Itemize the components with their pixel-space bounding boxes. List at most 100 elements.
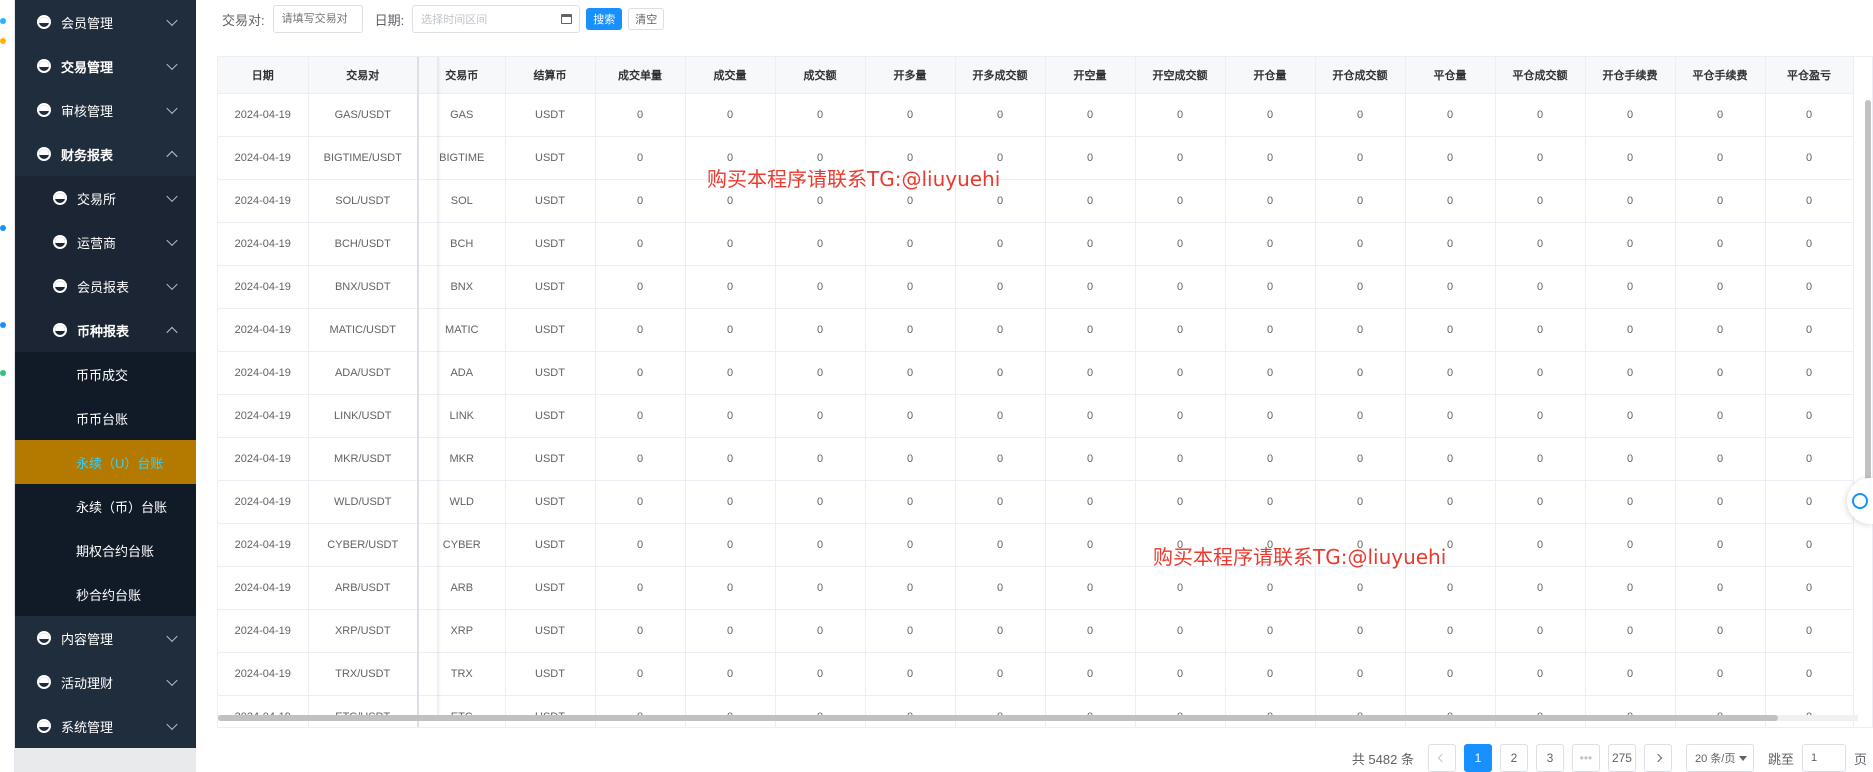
- page-ellipsis[interactable]: •••: [1571, 744, 1600, 772]
- column-header[interactable]: 平仓手续费: [1675, 57, 1766, 94]
- column-header[interactable]: 成交额: [775, 57, 866, 94]
- clear-button[interactable]: 清空: [628, 8, 665, 30]
- cell-value: 0: [595, 93, 686, 137]
- column-header[interactable]: 成交单量: [595, 57, 686, 94]
- cell-value: 0: [955, 652, 1046, 696]
- column-header[interactable]: 开空量: [1045, 57, 1136, 94]
- column-header[interactable]: 开多成交额: [955, 57, 1046, 94]
- column-header[interactable]: 开仓成交额: [1315, 57, 1406, 94]
- cell-value: 0: [1405, 222, 1496, 266]
- cell-value: 0: [1495, 351, 1586, 395]
- cell-value: 0: [1315, 136, 1406, 180]
- vertical-scrollbar[interactable]: [1865, 100, 1871, 480]
- cell-settle: USDT: [505, 351, 596, 395]
- jump-page-input[interactable]: 1: [1801, 744, 1846, 772]
- column-header[interactable]: 平仓成交额: [1495, 57, 1586, 94]
- cell-value: 0: [865, 179, 956, 223]
- page-number[interactable]: 1: [1463, 744, 1492, 772]
- cell-value: 0: [955, 480, 1046, 524]
- table-row[interactable]: 2024-04-19 BIGTIME/USDT BIGTIME USDT 0 0 0 0 0 0 0…: [218, 136, 1854, 180]
- column-header[interactable]: 开多量: [865, 57, 956, 94]
- page-size-select[interactable]: 20 条/页: [1685, 744, 1754, 772]
- table-row[interactable]: 2024-04-19 XRP/USDT XRP USDT 0 0 0 0 0 0 0 0 0 0 0 0 0 0: [218, 609, 1854, 653]
- column-header[interactable]: 开仓量: [1225, 57, 1316, 94]
- page-list: 1 2 3 ••• 275: [1456, 744, 1636, 772]
- sidebar-item[interactable]: 会员管理: [15, 0, 196, 44]
- search-button[interactable]: 搜索: [586, 8, 623, 30]
- cell-value: 0: [1495, 609, 1586, 653]
- date-range-picker[interactable]: 选择时间区间: [412, 5, 581, 33]
- page-number[interactable]: 275: [1607, 744, 1636, 772]
- sidebar-item[interactable]: 运营商: [15, 220, 196, 264]
- cell-value: 0: [775, 437, 866, 481]
- cell-value: 0: [1495, 179, 1586, 223]
- table-row[interactable]: 2024-04-19 ADA/USDT ADA USDT 0 0 0 0 0 0 0 0 0 0 0 0 0 0: [218, 351, 1854, 395]
- cell-value: 0: [1405, 93, 1496, 137]
- sidebar-item[interactable]: 永续（U）台账: [15, 440, 196, 484]
- column-header[interactable]: 日期: [218, 57, 309, 94]
- menu-icon: [37, 147, 51, 161]
- cell-value: 0: [1495, 652, 1586, 696]
- table-row[interactable]: 2024-04-19 LINK/USDT LINK USDT 0 0 0 0 0 0 0 0 0 0 0 0 0…: [218, 394, 1854, 438]
- sidebar-item[interactable]: 永续（币）台账: [15, 484, 196, 528]
- table-row[interactable]: 2024-04-19ETC/USDTETCUSDT00000000000000: [218, 695, 1854, 727]
- sidebar-item-label: 会员报表: [77, 279, 130, 295]
- sidebar-item[interactable]: 活动理财: [15, 660, 196, 704]
- cell-value: 0: [1495, 308, 1586, 352]
- horizontal-scrollbar-thumb[interactable]: [218, 715, 1778, 721]
- column-header[interactable]: 交易币: [418, 57, 506, 94]
- page-number[interactable]: 3: [1535, 744, 1564, 772]
- pair-filter-input[interactable]: [272, 5, 363, 33]
- table-row[interactable]: 2024-04-19 ARB/USDT ARB USDT 0 0 0 0 0 0 0 0 0 0 0 0 0 0: [218, 566, 1854, 610]
- sidebar-item[interactable]: 交易所: [15, 176, 196, 220]
- table-row[interactable]: 2024-04-19 TRX/USDT TRX USDT 0 0 0 0 0 0 0 0 0 0 0 0 0 0: [218, 652, 1854, 696]
- column-header[interactable]: 平仓量: [1405, 57, 1496, 94]
- cell-value: 0: [1495, 222, 1586, 266]
- cell-value: 0: [865, 566, 956, 610]
- table-row[interactable]: 2024-04-19 BNX/USDT BNX USDT 0 0 0 0 0 0 0 0 0 0 0 0 0 0: [218, 265, 1854, 309]
- cell-value: 0: [1045, 695, 1136, 727]
- column-header[interactable]: 开空成交额: [1135, 57, 1226, 94]
- sidebar-item[interactable]: 系统管理: [15, 704, 196, 748]
- column-header[interactable]: 开仓手续费: [1585, 57, 1676, 94]
- cell-value: 0: [1225, 179, 1316, 223]
- cell-value: 0: [1675, 566, 1766, 610]
- cell-value: 0: [1315, 523, 1406, 567]
- horizontal-scrollbar[interactable]: [218, 715, 1858, 721]
- table-row[interactable]: 2024-04-19 CYBER/USDT CYBER USDT 0 0 0 0 0 0 0 0 0 0 0…: [218, 523, 1854, 567]
- sidebar-item[interactable]: 财务报表: [15, 132, 196, 176]
- table-row[interactable]: 2024-04-19 WLD/USDT WLD USDT 0 0 0 0 0 0 0 0 0 0 0 0 0 0: [218, 480, 1854, 524]
- chevron-left-icon: [1437, 753, 1447, 763]
- sidebar-item[interactable]: 内容管理: [15, 616, 196, 660]
- cell-value: 0: [1045, 222, 1136, 266]
- column-header[interactable]: 成交量: [685, 57, 776, 94]
- column-header[interactable]: 平仓盈亏: [1765, 57, 1854, 94]
- table-row[interactable]: 2024-04-19 MATIC/USDT MATIC USDT 0 0 0 0 0 0 0 0 0 0 0…: [218, 308, 1854, 352]
- cell-settle: USDT: [505, 437, 596, 481]
- cell-pair: SOL/USDT: [308, 179, 419, 223]
- date-range-placeholder: 选择时间区间: [421, 14, 488, 26]
- prev-page-button[interactable]: [1427, 744, 1456, 772]
- cell-value: 0: [1045, 308, 1136, 352]
- column-header[interactable]: 结算币: [505, 57, 596, 94]
- sidebar-item[interactable]: 交易管理: [15, 44, 196, 88]
- sidebar-item[interactable]: 期权合约台账: [15, 528, 196, 572]
- sidebar-item[interactable]: 币币成交: [15, 352, 196, 396]
- table-row[interactable]: 2024-04-19 BCH/USDT BCH USDT 0 0 0 0 0 0 0 0 0 0 0 0 0 0: [218, 222, 1854, 266]
- sidebar-item[interactable]: 币种报表: [15, 308, 196, 352]
- cell-value: 0: [1225, 566, 1316, 610]
- cell-value: 0: [1585, 222, 1676, 266]
- next-page-button[interactable]: [1643, 744, 1672, 772]
- cell-value: 0: [865, 222, 956, 266]
- sidebar-item[interactable]: 审核管理: [15, 88, 196, 132]
- sidebar-item[interactable]: 币币台账: [15, 396, 196, 440]
- cell-value: 0: [1495, 93, 1586, 137]
- table-row[interactable]: 2024-04-19 MKR/USDT MKR USDT 0 0 0 0 0 0 0 0 0 0 0 0 0 0: [218, 437, 1854, 481]
- cell-value: 0: [1405, 652, 1496, 696]
- sidebar-item[interactable]: 秒合约台账: [15, 572, 196, 616]
- table-row[interactable]: 2024-04-19 GAS/USDT GAS USDT 0 0 0 0 0 0 0 0 0 0 0 0 0 0: [218, 93, 1854, 137]
- table-row[interactable]: 2024-04-19 SOL/USDT SOL USDT 0 0 0 0 0 0 0 0 0 0 0 0 0 0: [218, 179, 1854, 223]
- sidebar-item[interactable]: 会员报表: [15, 264, 196, 308]
- column-header[interactable]: 交易对: [308, 57, 419, 94]
- page-number[interactable]: 2: [1499, 744, 1528, 772]
